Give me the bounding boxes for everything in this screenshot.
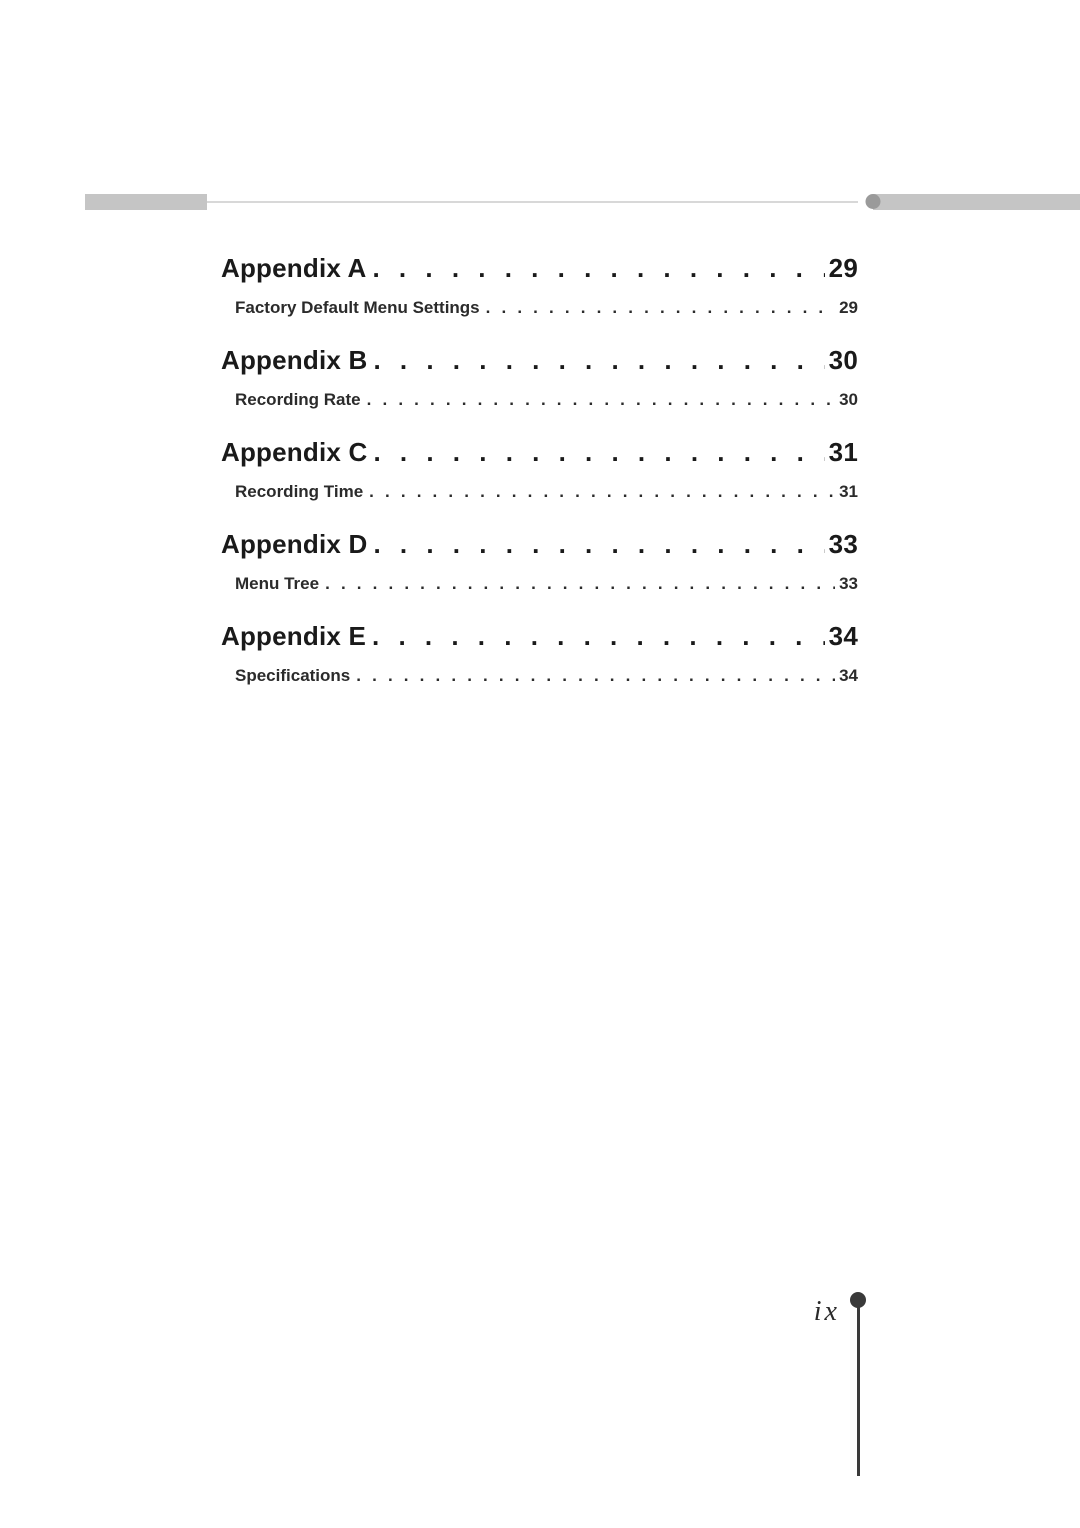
toc-entry-label: Recording Time	[235, 478, 369, 506]
toc-entry-dots: . . . . . . . . . . . . . . . . . . . . …	[325, 570, 835, 598]
toc-entry: Specifications . . . . . . . . . . . . .…	[221, 662, 858, 690]
toc-entry: Recording Time . . . . . . . . . . . . .…	[221, 478, 858, 506]
header-rule-line	[207, 201, 858, 203]
toc-entry-label: Appendix E	[221, 616, 372, 656]
header-rule-dot	[866, 194, 881, 209]
toc-entry-dots: . . . . . . . . . . . . . . . . . . . . …	[372, 248, 824, 288]
toc-entry-page: 33	[835, 570, 858, 598]
toc-entry-page: 29	[825, 248, 858, 288]
toc-entry: Recording Rate . . . . . . . . . . . . .…	[221, 386, 858, 414]
toc-entry-dots: . . . . . . . . . . . . . . . . . . . . …	[373, 432, 824, 472]
toc-entry: Appendix B . . . . . . . . . . . . . . .…	[221, 340, 858, 380]
toc-entry: Menu Tree . . . . . . . . . . . . . . . …	[221, 570, 858, 598]
toc-entry-dots: . . . . . . . . . . . . . . . . . . . . …	[372, 616, 825, 656]
table-of-contents: Appendix A . . . . . . . . . . . . . . .…	[221, 248, 858, 690]
toc-entry-label: Factory Default Menu Settings	[235, 294, 486, 322]
toc-entry: Factory Default Menu Settings . . . . . …	[221, 294, 858, 322]
toc-entry-page: 30	[825, 340, 858, 380]
toc-entry: Appendix D . . . . . . . . . . . . . . .…	[221, 524, 858, 564]
toc-entry-dots: . . . . . . . . . . . . . . . . . . . . …	[367, 386, 835, 414]
toc-entry: Appendix C . . . . . . . . . . . . . . .…	[221, 432, 858, 472]
toc-entry: Appendix E . . . . . . . . . . . . . . .…	[221, 616, 858, 656]
toc-entry-dots: . . . . . . . . . . . . . . . . . . . . …	[369, 478, 835, 506]
toc-entry-label: Appendix B	[221, 340, 373, 380]
toc-entry-dots: . . . . . . . . . . . . . . . . . . . . …	[373, 340, 824, 380]
page-number: ix	[814, 1298, 850, 1326]
toc-entry-page: 34	[835, 662, 858, 690]
footer-rule	[857, 1306, 860, 1476]
header-rule-right-block	[873, 194, 1080, 210]
page-footer: ix	[814, 1298, 868, 1478]
toc-entry-label: Appendix C	[221, 432, 373, 472]
toc-entry-dots: . . . . . . . . . . . . . . . . . . . . …	[356, 662, 835, 690]
toc-entry-dots: . . . . . . . . . . . . . . . . . . . . …	[486, 294, 835, 322]
toc-entry-dots: . . . . . . . . . . . . . . . . . . . . …	[373, 524, 824, 564]
header-rule	[85, 194, 1080, 212]
toc-entry-page: 33	[825, 524, 858, 564]
toc-entry-page: 31	[835, 478, 858, 506]
footer-mark	[850, 1298, 868, 1478]
toc-entry: Appendix A . . . . . . . . . . . . . . .…	[221, 248, 858, 288]
toc-entry-label: Appendix D	[221, 524, 373, 564]
toc-entry-label: Menu Tree	[235, 570, 325, 598]
toc-entry-label: Recording Rate	[235, 386, 367, 414]
toc-entry-label: Appendix A	[221, 248, 372, 288]
toc-entry-page: 29	[835, 294, 858, 322]
toc-entry-page: 34	[825, 616, 858, 656]
header-rule-left-block	[85, 194, 207, 210]
toc-entry-page: 30	[835, 386, 858, 414]
page: Appendix A . . . . . . . . . . . . . . .…	[0, 0, 1080, 1528]
toc-entry-page: 31	[825, 432, 858, 472]
toc-entry-label: Specifications	[235, 662, 356, 690]
